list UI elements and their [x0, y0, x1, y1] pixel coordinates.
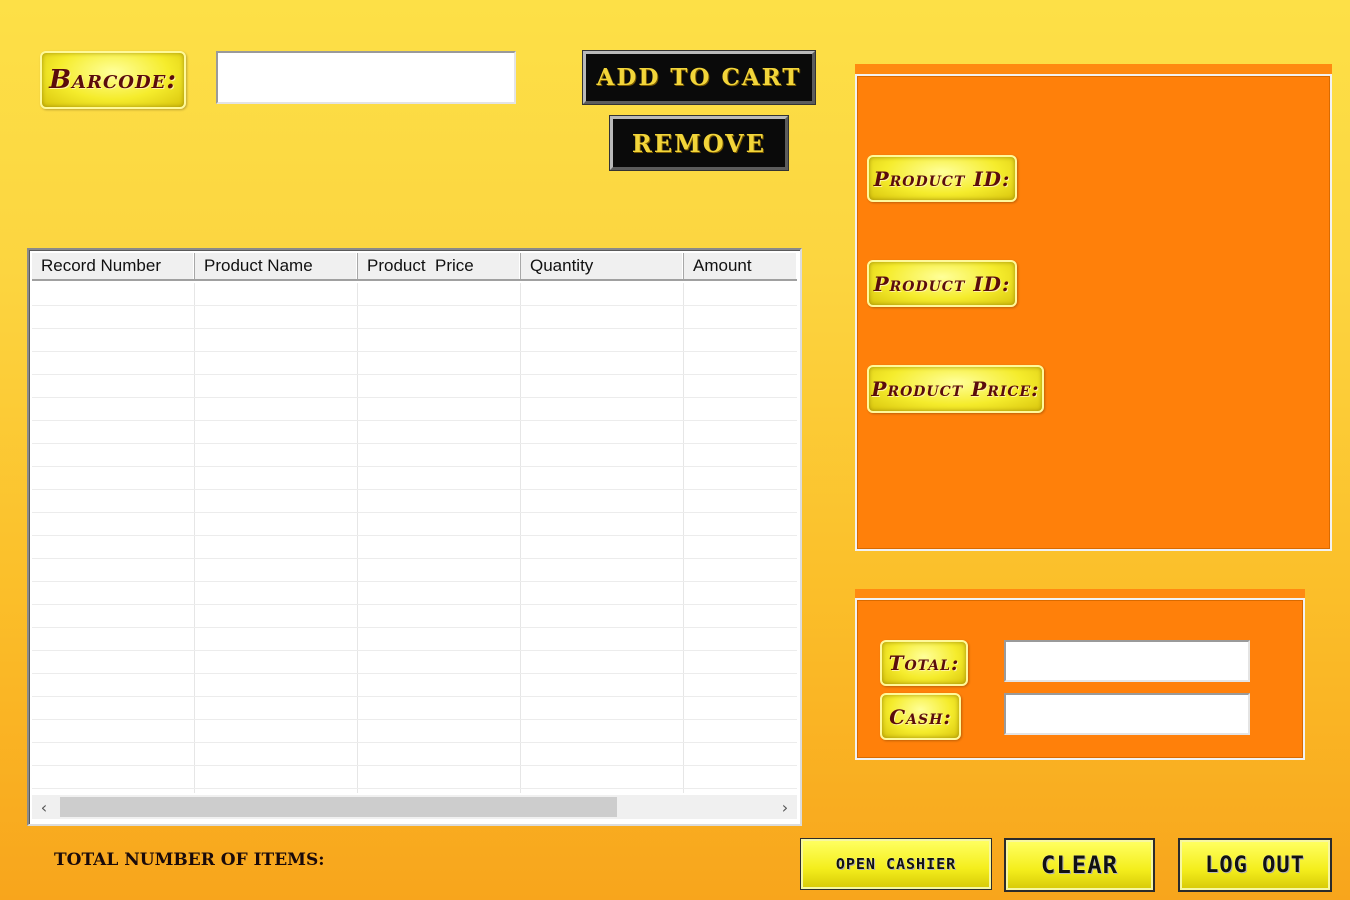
total-label-text: Total:	[888, 651, 960, 675]
total-field[interactable]	[1004, 640, 1250, 682]
column-header-product-price[interactable]: Product Price	[358, 253, 521, 279]
cart-table[interactable]: Record Number Product Name Product Price…	[27, 248, 802, 826]
barcode-input[interactable]	[216, 51, 516, 104]
total-items-label: TOTAL NUMBER OF ITEMS:	[54, 850, 325, 870]
product-id-label-1-text: Product ID:	[873, 166, 1011, 191]
column-header-record-number[interactable]: Record Number	[32, 253, 195, 279]
add-to-cart-label: ADD TO CART	[596, 64, 802, 91]
product-price-label-text: Product Price:	[871, 377, 1040, 401]
product-id-label-1: Product ID:	[867, 155, 1017, 202]
column-header-product-name[interactable]: Product Name	[195, 253, 358, 279]
table-header: Record Number Product Name Product Price…	[32, 253, 797, 281]
cash-label-text: Cash:	[889, 704, 952, 729]
product-details-panel	[855, 74, 1332, 551]
chevron-right-icon[interactable]: ›	[773, 795, 797, 819]
cash-label: Cash:	[880, 693, 961, 740]
remove-label: REMOVE	[631, 128, 767, 158]
product-price-label: Product Price:	[867, 365, 1044, 413]
product-panel-top-strip	[855, 64, 1332, 74]
product-id-label-2-text: Product ID:	[873, 271, 1011, 296]
chevron-left-icon[interactable]: ‹	[32, 795, 56, 819]
total-label: Total:	[880, 640, 968, 686]
open-cashier-label: OPEN CASHIER	[835, 855, 957, 873]
column-header-quantity[interactable]: Quantity	[521, 253, 684, 279]
totals-panel-top-strip	[855, 589, 1305, 598]
barcode-label: Barcode:	[40, 51, 186, 109]
log-out-button[interactable]: LOG OUT	[1178, 838, 1332, 892]
product-id-label-2: Product ID:	[867, 260, 1017, 307]
column-header-amount[interactable]: Amount	[684, 253, 797, 279]
horizontal-scrollbar[interactable]: ‹ ›	[32, 795, 797, 819]
clear-label: CLEAR	[1040, 851, 1119, 879]
add-to-cart-button[interactable]: ADD TO CART	[582, 50, 816, 105]
cash-field[interactable]	[1004, 693, 1250, 735]
open-cashier-button[interactable]: OPEN CASHIER	[800, 838, 992, 890]
log-out-label: LOG OUT	[1205, 852, 1305, 878]
table-body[interactable]	[32, 283, 797, 793]
scrollbar-thumb[interactable]	[60, 797, 617, 817]
clear-button[interactable]: CLEAR	[1004, 838, 1155, 892]
barcode-label-text: Barcode:	[49, 65, 177, 95]
remove-button[interactable]: REMOVE	[609, 115, 789, 171]
